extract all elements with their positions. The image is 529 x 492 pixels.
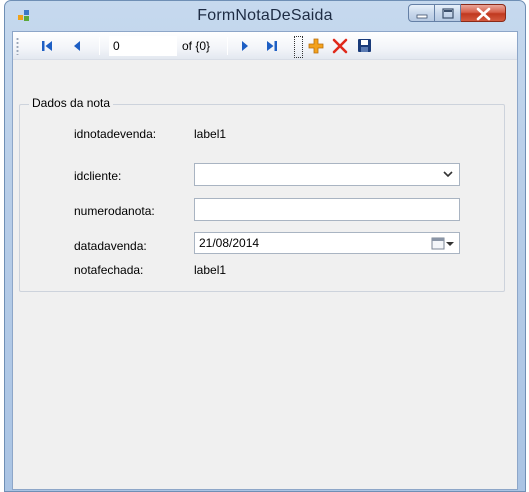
count-label: of {0} — [182, 39, 211, 53]
toolbar-grip[interactable] — [16, 37, 19, 55]
toolbar-separator — [227, 37, 228, 55]
minimize-button[interactable] — [408, 4, 435, 22]
close-button[interactable] — [461, 4, 506, 22]
idcliente-combobox[interactable] — [194, 163, 460, 186]
position-input[interactable] — [109, 36, 177, 56]
form-client-area: of {0} — [12, 31, 518, 490]
minimize-icon — [416, 14, 428, 19]
datadavenda-datepicker[interactable]: 21/08/2014 — [194, 232, 460, 254]
datadavenda-value: 21/08/2014 — [199, 236, 260, 250]
add-new-button[interactable] — [306, 36, 326, 56]
chevron-down-icon[interactable] — [443, 170, 453, 178]
close-icon — [476, 7, 491, 21]
move-next-button[interactable] — [235, 36, 255, 56]
add-icon — [308, 38, 324, 54]
move-previous-button[interactable] — [67, 36, 87, 56]
idcliente-label: idcliente: — [74, 169, 122, 183]
toolbar-separator — [99, 37, 100, 55]
move-first-icon — [42, 41, 52, 51]
save-icon — [358, 39, 371, 52]
groupbox-title: Dados da nota — [29, 96, 114, 110]
numerodanota-label: numerodanota: — [74, 204, 155, 218]
notafechada-label: notafechada: — [74, 263, 144, 277]
move-next-icon — [242, 41, 248, 51]
idnotadevenda-value: label1 — [194, 127, 227, 141]
calendar-dropdown-icon[interactable] — [429, 235, 457, 252]
idnotadevenda-label: idnotadevenda: — [74, 127, 157, 141]
delete-button[interactable] — [330, 36, 350, 56]
numerodanota-input[interactable] — [195, 199, 459, 220]
title-bar[interactable]: FormNotaDeSaida — [5, 1, 525, 31]
datadavenda-label: datadavenda: — [74, 239, 147, 253]
move-last-icon — [267, 41, 277, 51]
maximize-icon — [442, 8, 454, 19]
binding-navigator: of {0} — [13, 32, 517, 60]
delete-icon — [332, 38, 348, 54]
move-last-button[interactable] — [262, 36, 282, 56]
notafechada-value: label1 — [194, 263, 227, 277]
toolbar-separator-selected — [294, 36, 303, 58]
numerodanota-field[interactable] — [194, 198, 460, 221]
save-button[interactable] — [354, 36, 374, 56]
move-previous-icon — [74, 41, 80, 51]
maximize-button[interactable] — [435, 4, 461, 22]
window-frame: FormNotaDeSaida 0 of {0} Dados da nota i… — [4, 0, 526, 492]
idcliente-combobox-text[interactable] — [195, 164, 459, 185]
move-first-button[interactable] — [37, 36, 57, 56]
